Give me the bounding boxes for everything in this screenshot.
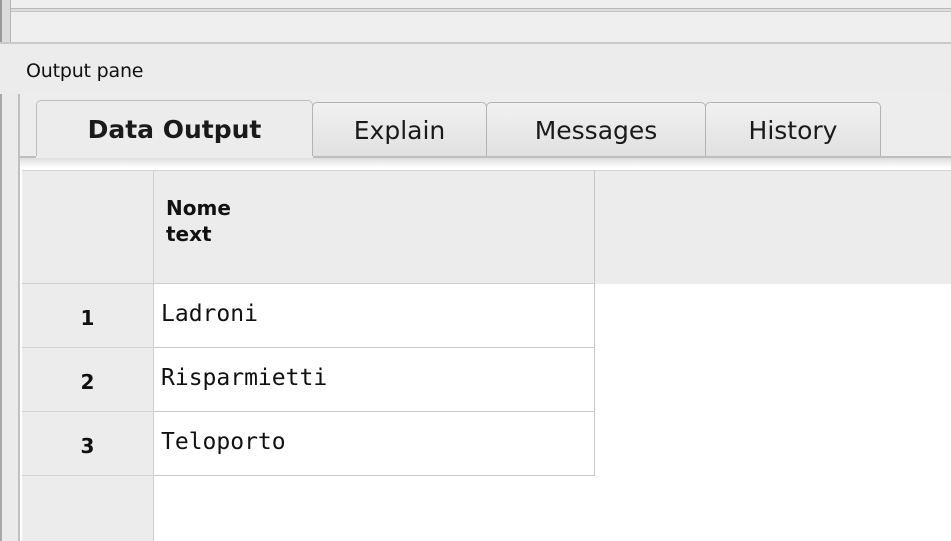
grid-corner-cell[interactable] (22, 170, 154, 284)
table-cell[interactable]: Risparmietti (154, 348, 595, 412)
row-number[interactable]: 2 (22, 348, 154, 412)
table-row[interactable]: 3 Teloporto (22, 412, 595, 476)
grid-top-shadow (20, 158, 951, 168)
tab-data-output[interactable]: Data Output (36, 100, 313, 158)
editor-bottom-border (11, 8, 951, 12)
column-name: Nome (166, 196, 231, 220)
output-tabs: Data Output Explain Messages History (20, 100, 951, 158)
grid-empty-rows (154, 476, 595, 541)
tab-messages[interactable]: Messages (486, 102, 706, 158)
row-number[interactable]: 1 (22, 284, 154, 348)
column-header-nome[interactable]: Nome text (154, 170, 595, 284)
pgadmin-output-pane: Output pane Data Output Explain Messages… (0, 0, 951, 541)
tab-explain[interactable]: Explain (312, 102, 487, 158)
editor-area-edge (0, 0, 951, 44)
pane-title-bar: Output pane (0, 44, 951, 94)
row-number[interactable]: 3 (22, 412, 154, 476)
tab-history[interactable]: History (705, 102, 881, 158)
table-row[interactable]: 2 Risparmietti (22, 348, 595, 412)
table-row[interactable]: 1 Ladroni (22, 284, 595, 348)
pane-left-border (0, 44, 20, 541)
column-type: text (166, 222, 212, 246)
pane-title: Output pane (26, 60, 144, 82)
table-cell[interactable]: Ladroni (154, 284, 595, 348)
header-empty-area (595, 170, 951, 284)
editor-left-border (0, 0, 11, 44)
table-cell[interactable]: Teloporto (154, 412, 595, 476)
grid-empty-area (595, 284, 951, 541)
